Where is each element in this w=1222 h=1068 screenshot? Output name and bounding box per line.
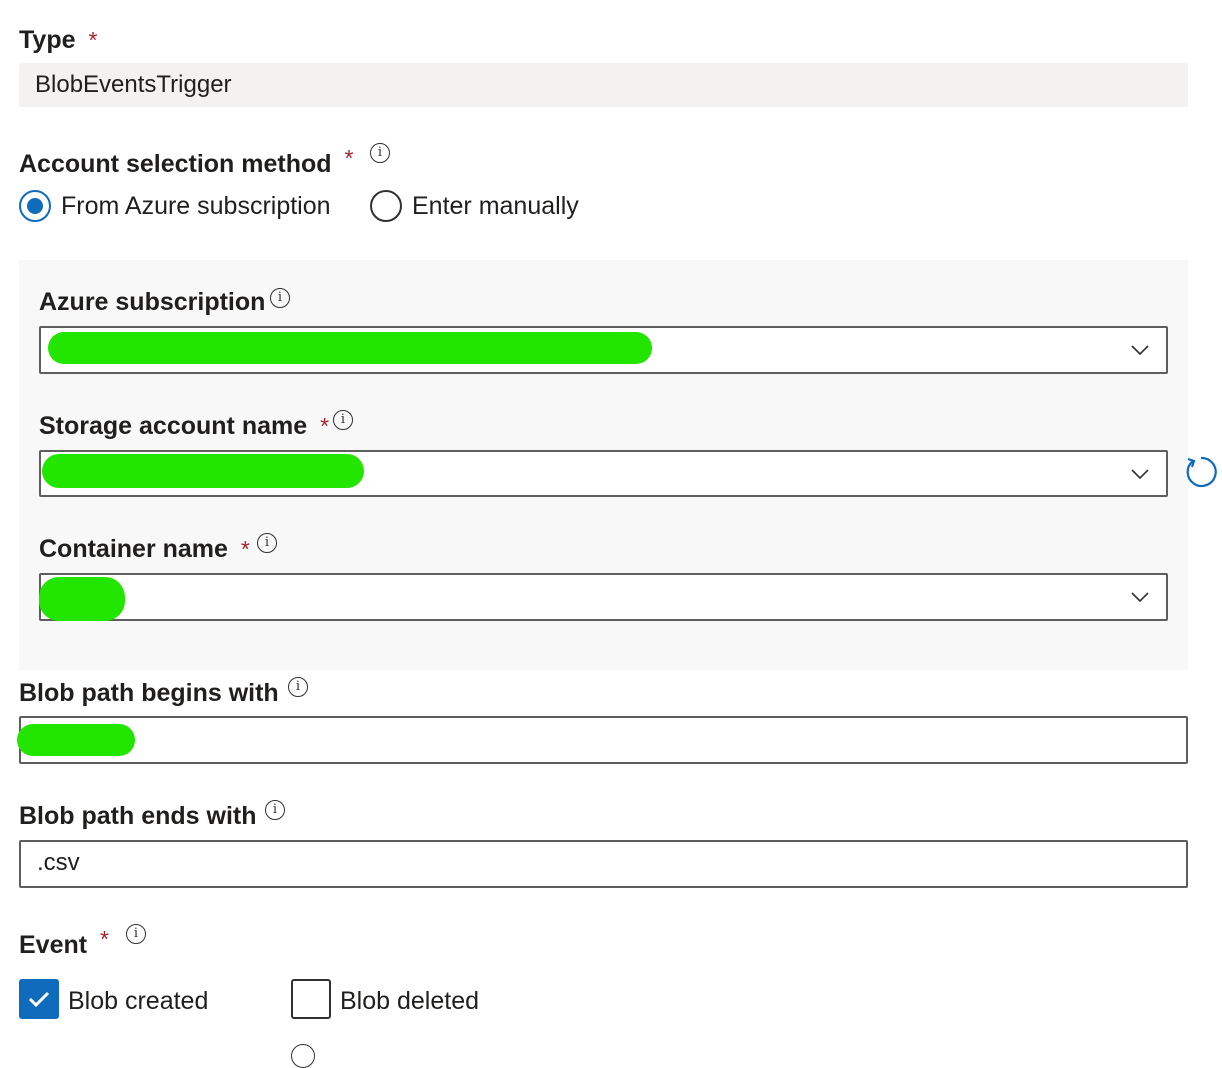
blob-ends-input[interactable]: .csv	[19, 840, 1188, 888]
refresh-icon[interactable]	[1184, 455, 1218, 489]
redacted-value	[42, 454, 364, 488]
checkmark-icon	[28, 991, 50, 1008]
container-name-dropdown[interactable]	[39, 573, 1168, 621]
blob-begins-input[interactable]	[17, 716, 1188, 764]
required-asterisk: *	[100, 926, 109, 952]
account-selection-label: Account selection method *	[19, 145, 353, 179]
info-icon[interactable]: i	[265, 800, 285, 820]
required-asterisk: *	[320, 413, 330, 439]
container-name-label: Container name *	[39, 535, 250, 564]
checkbox-blob-deleted[interactable]: Blob deleted	[291, 979, 491, 1021]
azure-subscription-dropdown[interactable]	[39, 326, 1168, 374]
checkbox-label: Blob deleted	[340, 987, 480, 1015]
required-asterisk: *	[240, 536, 250, 562]
storage-account-dropdown[interactable]	[39, 450, 1168, 497]
checkbox-label: Blob created	[68, 987, 209, 1015]
type-value: BlobEventsTrigger	[35, 71, 232, 98]
type-field: BlobEventsTrigger	[19, 63, 1188, 107]
redacted-value	[48, 332, 652, 364]
type-label-text: Type	[19, 26, 76, 54]
event-label: Event *	[19, 926, 109, 960]
redacted-value	[39, 577, 125, 621]
azure-subscription-label: Azure subscription	[39, 288, 266, 316]
checkbox-unchecked-icon[interactable]	[291, 979, 331, 1019]
storage-account-label-text: Storage account name	[39, 412, 308, 440]
storage-account-label: Storage account name *	[39, 412, 329, 441]
info-icon[interactable]: i	[270, 288, 290, 308]
partial-info-icon	[291, 1044, 315, 1068]
checkbox-blob-created[interactable]: Blob created	[19, 979, 219, 1021]
radio-unselected-icon[interactable]	[370, 190, 402, 222]
type-label: Type *	[19, 26, 97, 55]
blob-begins-label: Blob path begins with	[19, 679, 279, 707]
required-asterisk: *	[344, 145, 354, 171]
info-icon[interactable]: i	[333, 410, 353, 430]
event-label-text: Event	[19, 931, 88, 959]
radio-label: Enter manually	[412, 192, 579, 220]
info-icon[interactable]: i	[126, 924, 146, 944]
blob-ends-label: Blob path ends with	[19, 802, 257, 830]
account-selection-label-text: Account selection method	[19, 150, 332, 178]
info-icon[interactable]: i	[288, 677, 308, 697]
radio-enter-manually[interactable]: Enter manually	[370, 190, 590, 224]
chevron-down-icon	[1131, 345, 1149, 356]
checkbox-checked-icon[interactable]	[19, 979, 59, 1019]
radio-label: From Azure subscription	[61, 192, 331, 220]
chevron-down-icon	[1131, 592, 1149, 603]
blob-ends-value: .csv	[37, 849, 80, 876]
chevron-down-icon	[1131, 469, 1149, 480]
redacted-value	[17, 724, 135, 756]
required-asterisk: *	[88, 27, 98, 53]
radio-selected-icon[interactable]	[19, 190, 51, 222]
container-name-label-text: Container name	[39, 535, 228, 563]
info-icon[interactable]: i	[370, 143, 390, 163]
radio-from-azure-subscription[interactable]: From Azure subscription	[19, 190, 349, 224]
info-icon[interactable]: i	[257, 533, 277, 553]
